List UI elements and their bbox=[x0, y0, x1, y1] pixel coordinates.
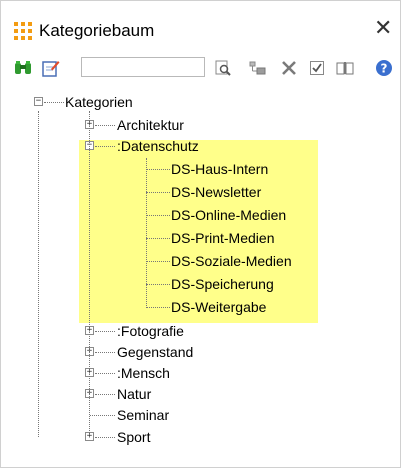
window-title: Kategoriebaum bbox=[39, 21, 155, 40]
tree-line bbox=[146, 215, 170, 216]
tree-line bbox=[146, 284, 170, 285]
checkbox-icon[interactable] bbox=[306, 57, 328, 79]
book-icon[interactable] bbox=[334, 57, 356, 79]
tree-line bbox=[38, 111, 39, 437]
tree-item-ds-weitergabe[interactable]: DS-Weitergabe bbox=[171, 297, 266, 317]
tree-item-ds-online-medien[interactable]: DS-Online-Medien bbox=[171, 205, 286, 225]
add-node-icon[interactable] bbox=[247, 57, 269, 79]
tree-line bbox=[44, 102, 64, 103]
binoculars-icon[interactable] bbox=[11, 57, 35, 79]
help-icon[interactable]: ? bbox=[373, 57, 395, 79]
tree-item-datenschutz[interactable]: :Datenschutz bbox=[117, 136, 199, 156]
tree-line bbox=[95, 352, 115, 353]
tree-line bbox=[146, 192, 170, 193]
grid-app-icon bbox=[14, 22, 32, 40]
toolbar: ? bbox=[1, 57, 400, 83]
tree-root-kategorien[interactable]: Kategorien bbox=[65, 92, 133, 112]
svg-text:?: ? bbox=[381, 62, 388, 76]
kategoriebaum-window: Kategoriebaum ✕ ? − Kategorien + Archite… bbox=[0, 0, 401, 468]
tree-line bbox=[90, 415, 115, 416]
tree-line bbox=[146, 238, 170, 239]
edit-icon[interactable] bbox=[39, 57, 63, 79]
tree-item-fotografie[interactable]: :Fotografie bbox=[117, 321, 184, 341]
tree-line bbox=[146, 169, 170, 170]
tree-line bbox=[146, 307, 170, 308]
tree-line bbox=[146, 158, 147, 308]
tree-line bbox=[95, 437, 115, 438]
collapse-root-icon[interactable]: − bbox=[34, 97, 43, 106]
tree-item-gegenstand[interactable]: Gegenstand bbox=[117, 342, 193, 362]
tree-item-ds-speicherung[interactable]: DS-Speicherung bbox=[171, 274, 274, 294]
find-page-icon[interactable] bbox=[213, 57, 235, 79]
tree-line bbox=[89, 111, 90, 437]
tree-item-seminar[interactable]: Seminar bbox=[117, 405, 169, 425]
tree-line bbox=[95, 394, 115, 395]
tree-item-mensch[interactable]: :Mensch bbox=[117, 363, 170, 383]
tree-line bbox=[146, 261, 170, 262]
tree-item-ds-haus-intern[interactable]: DS-Haus-Intern bbox=[171, 159, 268, 179]
tree-item-ds-newsletter[interactable]: DS-Newsletter bbox=[171, 182, 261, 202]
tree-line bbox=[95, 373, 115, 374]
tree-item-architektur[interactable]: Architektur bbox=[117, 115, 184, 135]
category-tree: − Kategorien + Architektur − :Datenschut… bbox=[1, 89, 400, 459]
tree-line bbox=[95, 331, 115, 332]
tree-item-natur[interactable]: Natur bbox=[117, 384, 151, 404]
title-bar: Kategoriebaum ✕ bbox=[1, 1, 400, 43]
close-icon[interactable]: ✕ bbox=[374, 17, 392, 39]
tree-line bbox=[95, 146, 115, 147]
tree-line bbox=[95, 125, 115, 126]
tree-item-ds-soziale-medien[interactable]: DS-Soziale-Medien bbox=[171, 251, 292, 271]
delete-icon[interactable] bbox=[278, 57, 300, 79]
tree-item-ds-print-medien[interactable]: DS-Print-Medien bbox=[171, 228, 274, 248]
tree-item-sport[interactable]: Sport bbox=[117, 427, 150, 447]
search-input[interactable] bbox=[81, 57, 205, 77]
